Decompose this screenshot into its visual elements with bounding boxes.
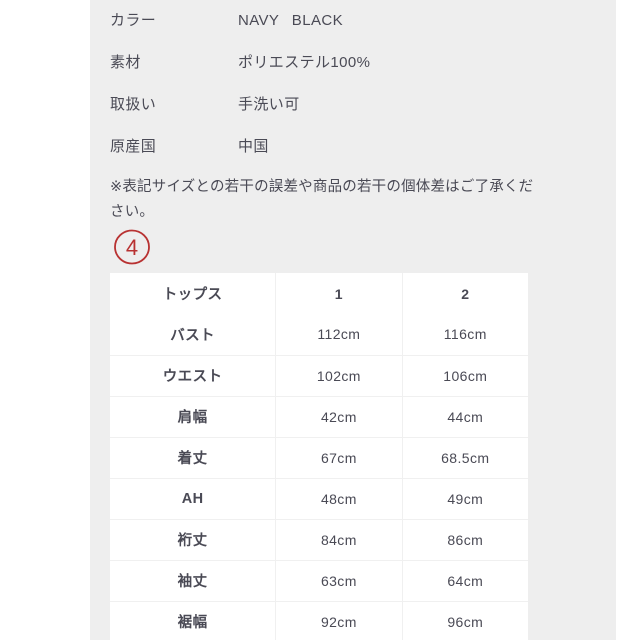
size-chart-table: トップス 1 2 バスト 112cm 116cm ウエスト 102cm 106c… <box>110 273 528 640</box>
row-label: 裾幅 <box>110 601 277 640</box>
table-row: 裄丈 84cm 86cm <box>110 519 528 561</box>
row-value-size-1: 92cm <box>275 601 403 640</box>
row-value-size-1: 102cm <box>275 355 403 397</box>
row-label: ウエスト <box>110 355 277 397</box>
spec-value: ポリエステル100% <box>238 54 371 71</box>
table-body: バスト 112cm 116cm ウエスト 102cm 106cm 肩幅 42cm… <box>110 314 528 640</box>
table-header-category: トップス <box>110 273 277 314</box>
row-value-size-2: 44cm <box>402 396 528 438</box>
table-row: 着丈 67cm 68.5cm <box>110 437 528 479</box>
product-spec-list: カラー NAVY BLACK 素材 ポリエステル100% 取扱い 手洗い可 原産… <box>110 0 540 168</box>
spec-label: 取扱い <box>110 96 157 113</box>
spec-label: カラー <box>110 12 157 29</box>
row-value-size-2: 68.5cm <box>402 437 528 479</box>
row-value-size-1: 112cm <box>275 314 403 356</box>
row-value-size-2: 96cm <box>447 613 484 630</box>
row-value-size-2: 86cm <box>402 519 528 561</box>
spec-label: 原産国 <box>110 138 157 155</box>
row-value-size-1: 63cm <box>275 560 403 602</box>
row-label: 着丈 <box>110 437 277 479</box>
row-value-size-1: 42cm <box>275 396 403 438</box>
row-value-size-1: 48cm <box>275 478 403 520</box>
table-header-row: トップス 1 2 <box>110 273 528 314</box>
spec-row-color: カラー NAVY BLACK <box>110 0 540 42</box>
annotation-number: 4 <box>126 235 138 260</box>
table-row: AH 48cm 49cm <box>110 478 528 520</box>
table-header-size-2: 2 <box>461 285 470 302</box>
table-row: バスト 112cm 116cm <box>110 314 528 356</box>
row-value-size-2: 116cm <box>402 314 528 356</box>
product-detail-page: カラー NAVY BLACK 素材 ポリエステル100% 取扱い 手洗い可 原産… <box>0 0 640 640</box>
spec-label: 素材 <box>110 54 141 71</box>
spec-value: 中国 <box>238 138 269 155</box>
table-row: ウエスト 102cm 106cm <box>110 355 528 397</box>
row-value-size-2: 64cm <box>402 560 528 602</box>
table-row: 肩幅 42cm 44cm <box>110 396 528 438</box>
row-value-size-2: 49cm <box>402 478 528 520</box>
size-disclaimer-note: ※表記サイズとの若干の誤差や商品の若干の個体差はご了承ください。 <box>110 179 534 220</box>
row-label: 袖丈 <box>110 560 277 602</box>
table-header-size-1: 1 <box>275 273 403 314</box>
spec-row-material: 素材 ポリエステル100% <box>110 42 540 84</box>
spec-row-care: 取扱い 手洗い可 <box>110 84 540 126</box>
spec-value: NAVY BLACK <box>238 12 343 29</box>
row-label: AH <box>110 478 277 520</box>
spec-value: 手洗い可 <box>238 96 300 113</box>
row-value-size-2: 106cm <box>402 355 528 397</box>
row-value-size-1: 67cm <box>275 437 403 479</box>
row-label: 肩幅 <box>110 396 277 438</box>
spec-row-origin: 原産国 中国 <box>110 126 540 168</box>
table-row: 袖丈 63cm 64cm <box>110 560 528 602</box>
row-label: バスト <box>110 314 277 356</box>
row-label: 裄丈 <box>110 519 277 561</box>
row-value-size-1: 84cm <box>275 519 403 561</box>
circled-number-annotation: 4 <box>112 227 152 267</box>
table-row: 裾幅 92cm 96cm <box>110 601 528 640</box>
